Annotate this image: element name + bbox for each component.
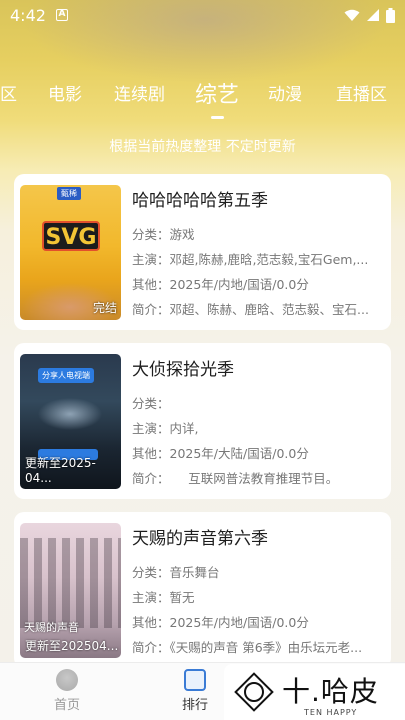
show-card-3[interactable]: 天赐的声音 更新至202504... 天赐的声音第六季 分类：音乐舞台 主演：暂… bbox=[14, 512, 391, 668]
show-title[interactable]: 哈哈哈哈哈第五季 bbox=[132, 186, 385, 211]
poster-logo: 天赐的声音 bbox=[24, 621, 79, 634]
show-cast: 主演：邓超,陈赫,鹿晗,范志毅,宝石Gem,... bbox=[132, 252, 369, 267]
show-intro: 简介：邓超、陈赫、鹿晗、范志毅、宝石... bbox=[132, 302, 369, 317]
category-tabs: 区 电影 连续剧 综艺 动漫 直播区 bbox=[0, 80, 405, 120]
status-time: 4:42 bbox=[10, 5, 46, 25]
poster-art bbox=[28, 394, 113, 434]
tab-series[interactable]: 连续剧 bbox=[114, 80, 165, 105]
show-poster[interactable]: 天赐的声音 更新至202504... bbox=[20, 523, 121, 658]
poster-badge: 甄稀 bbox=[57, 187, 81, 200]
tab-live[interactable]: 直播区 bbox=[336, 80, 387, 105]
poster-people bbox=[20, 538, 121, 628]
show-intro: 简介： 互联网普法教育推理节目。 bbox=[132, 471, 339, 486]
show-category: 分类： bbox=[132, 396, 170, 411]
show-poster[interactable]: 甄稀 SVG 完结 bbox=[20, 185, 121, 320]
show-category: 分类：游戏 bbox=[132, 227, 195, 242]
tab-zone[interactable]: 区 bbox=[0, 80, 17, 105]
show-other: 其他：2025年/大陆/国语/0.0分 bbox=[132, 446, 309, 461]
rank-icon bbox=[184, 669, 206, 691]
brand-subtitle: TEN HAPPY bbox=[304, 708, 358, 717]
show-other: 其他：2025年/内地/国语/0.0分 bbox=[132, 615, 309, 630]
notification-icon: A bbox=[55, 9, 68, 21]
show-info: 大侦探拾光季 分类： 主演：内详, 其他：2025年/大陆/国语/0.0分 简介… bbox=[132, 355, 385, 491]
show-cast: 主演：内详, bbox=[132, 421, 199, 436]
show-title[interactable]: 天赐的声音第六季 bbox=[132, 524, 385, 549]
nav-rank-label: 排行 bbox=[182, 698, 209, 713]
nav-rank[interactable]: 排行 bbox=[182, 669, 208, 713]
brand-logo-icon bbox=[234, 672, 274, 712]
nav-home-label: 首页 bbox=[54, 698, 81, 713]
show-poster[interactable]: 分享人电视端 更新至2025-04... bbox=[20, 354, 121, 489]
poster-logo: SVG bbox=[42, 221, 100, 251]
signal-icon bbox=[367, 9, 379, 21]
list-subtitle: 根据当前热度整理 不定时更新 bbox=[109, 139, 296, 155]
show-card-2[interactable]: 分享人电视端 更新至2025-04... 大侦探拾光季 分类： 主演：内详, 其… bbox=[14, 343, 391, 499]
status-bar: 4:42 A bbox=[0, 0, 405, 30]
poster-status-tag: 更新至202504... bbox=[25, 639, 119, 653]
nav-home[interactable]: 首页 bbox=[54, 669, 80, 713]
brand-title: 十.哈皮 bbox=[282, 675, 379, 708]
show-cast: 主演：暂无 bbox=[132, 590, 195, 605]
battery-icon bbox=[386, 7, 395, 23]
poster-status-tag: 完结 bbox=[92, 301, 117, 315]
active-tab-indicator bbox=[211, 116, 224, 119]
wifi-icon bbox=[344, 9, 360, 21]
tab-movie[interactable]: 电影 bbox=[48, 80, 82, 105]
show-intro: 简介：《天赐的声音 第6季》由乐坛元老... bbox=[132, 640, 363, 655]
show-info: 哈哈哈哈哈第五季 分类：游戏 主演：邓超,陈赫,鹿晗,范志毅,宝石Gem,...… bbox=[132, 186, 385, 322]
home-icon bbox=[56, 669, 78, 691]
poster-badge: 分享人电视端 bbox=[38, 368, 94, 383]
show-title[interactable]: 大侦探拾光季 bbox=[132, 355, 385, 380]
show-category: 分类：音乐舞台 bbox=[132, 565, 220, 580]
brand-watermark: 十.哈皮 TEN HAPPY bbox=[224, 664, 405, 720]
poster-status-tag: 更新至2025-04... bbox=[25, 456, 96, 485]
tab-anime[interactable]: 动漫 bbox=[268, 80, 302, 105]
tab-variety[interactable]: 综艺 bbox=[195, 77, 239, 109]
show-card-1[interactable]: 甄稀 SVG 完结 哈哈哈哈哈第五季 分类：游戏 主演：邓超,陈赫,鹿晗,范志毅… bbox=[14, 174, 391, 330]
show-info: 天赐的声音第六季 分类：音乐舞台 主演：暂无 其他：2025年/内地/国语/0.… bbox=[132, 524, 385, 660]
show-other: 其他：2025年/内地/国语/0.0分 bbox=[132, 277, 309, 292]
